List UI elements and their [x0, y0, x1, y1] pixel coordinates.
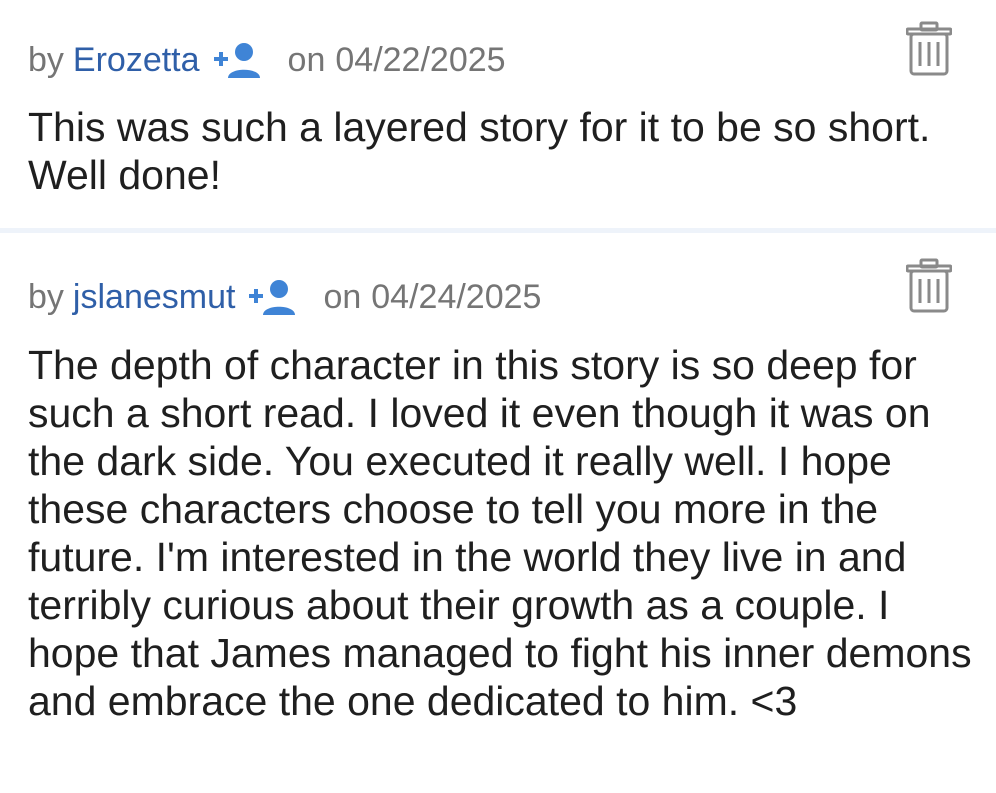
comment-date: on 04/24/2025	[323, 278, 541, 317]
on-label: on	[323, 277, 362, 316]
comment-meta: by jslanesmut on 04/24/2025	[28, 277, 541, 317]
follow-user-icon[interactable]	[247, 277, 297, 317]
by-label: by	[28, 40, 64, 79]
on-label: on	[287, 40, 326, 79]
comment-date: on 04/22/2025	[288, 41, 506, 80]
trash-icon[interactable]	[905, 258, 953, 314]
trash-icon[interactable]	[905, 21, 953, 77]
date-value: 04/24/2025	[371, 277, 542, 316]
follow-user-icon[interactable]	[212, 40, 262, 80]
comment-item: by Erozetta on 04/22/2025 This was such a…	[0, 0, 996, 228]
comment-text: This was such a layered story for it to …	[28, 104, 931, 198]
comment-text: The depth of character in this story is …	[28, 342, 972, 724]
by-label: by	[28, 277, 64, 316]
author-username-link[interactable]: Erozetta	[73, 41, 200, 80]
author-username-link[interactable]: jslanesmut	[73, 278, 236, 317]
date-value: 04/22/2025	[335, 40, 506, 79]
comment-meta: by Erozetta on 04/22/2025	[28, 40, 506, 80]
